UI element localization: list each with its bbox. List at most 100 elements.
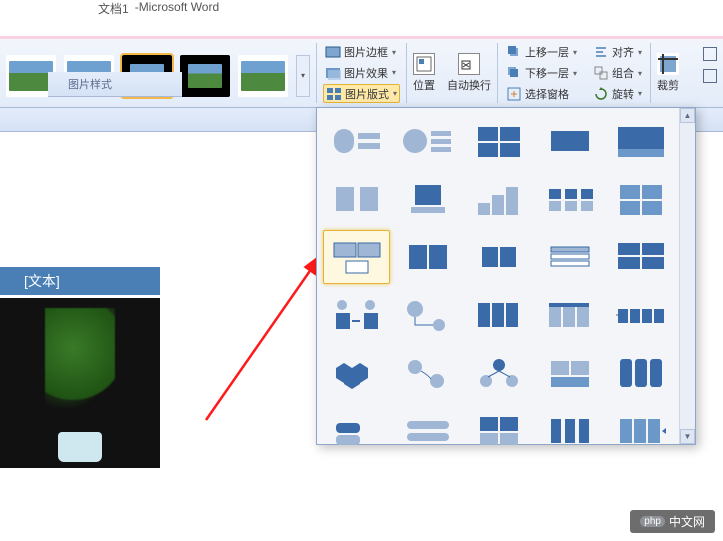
doc-name: 文档1 [98, 0, 129, 17]
watermark-brand: php [640, 516, 665, 527]
layout-option-11[interactable] [394, 230, 461, 284]
style-gallery-more[interactable]: ▾ [296, 55, 310, 97]
align-icon [593, 44, 609, 60]
picture-layout-dropdown: ▲ ▼ [316, 107, 696, 445]
selection-pane-button[interactable]: 选择窗格 [504, 84, 579, 103]
chevron-down-icon: ▾ [392, 68, 396, 77]
picture-adjust-group: 图片边框▾ 图片效果▾ 图片版式▾ [317, 39, 406, 107]
backward-icon [506, 65, 522, 81]
layout-option-0[interactable] [323, 114, 390, 168]
app-name-text: Microsoft Word [139, 0, 219, 14]
arrange-group: 上移一层 ▾ 下移一层 ▾ 选择窗格 [498, 39, 585, 107]
chevron-down-icon: ▾ [393, 89, 397, 98]
send-backward-button[interactable]: 下移一层 ▾ [504, 64, 579, 83]
layout-option-13[interactable] [537, 230, 604, 284]
layout-option-5[interactable] [323, 172, 390, 226]
smartart-image[interactable] [0, 298, 160, 468]
scroll-down-icon[interactable]: ▼ [680, 429, 695, 444]
align-group: 对齐 ▾ 组合 ▾ 旋转 ▾ [585, 39, 650, 107]
align-button[interactable]: 对齐 ▾ [591, 43, 644, 62]
chevron-down-icon: ▾ [638, 89, 642, 98]
pot-graphic [58, 432, 102, 462]
styles-group-label: 图片样式 [48, 72, 182, 97]
chevron-down-icon: ▾ [573, 69, 577, 78]
layout-option-16[interactable] [394, 288, 461, 342]
bring-forward-button[interactable]: 上移一层 ▾ [504, 43, 579, 62]
wrap-label: 自动换行 [447, 77, 491, 93]
layout-option-3[interactable] [537, 114, 604, 168]
wrap-icon [458, 53, 480, 75]
border-icon [325, 44, 341, 60]
group-button[interactable]: 组合 ▾ [591, 64, 644, 83]
chevron-down-icon: ▾ [638, 48, 642, 57]
picture-border-button[interactable]: 图片边框 ▾ [323, 43, 400, 62]
layout-option-8[interactable] [537, 172, 604, 226]
layout-option-18[interactable] [537, 288, 604, 342]
chevron-down-icon: ▾ [392, 48, 396, 57]
layout-option-24[interactable] [608, 346, 675, 400]
position-button[interactable]: 位置 [407, 39, 441, 107]
position-label: 位置 [413, 77, 435, 93]
crop-label: 裁剪 [657, 77, 679, 93]
size-icon-2[interactable] [703, 69, 717, 83]
layout-grid [323, 114, 675, 438]
window-title: 文档1 - Microsoft Word [0, 0, 723, 18]
smartart-caption[interactable]: [文本] [0, 267, 160, 295]
layout-option-25[interactable] [323, 404, 390, 458]
layout-option-12[interactable] [465, 230, 532, 284]
picture-layout-button[interactable]: 图片版式 ▾ [323, 84, 400, 103]
layout-option-27[interactable] [465, 404, 532, 458]
group-icon [593, 65, 609, 81]
selection-label: 选择窗格 [525, 86, 569, 102]
border-label: 图片边框 [344, 44, 388, 60]
crop-button[interactable]: 裁剪 [651, 39, 685, 107]
wrap-button[interactable]: 自动换行 [441, 39, 497, 107]
forward-label: 上移一层 [525, 44, 569, 60]
effects-icon [325, 65, 341, 81]
layout-option-1[interactable] [394, 114, 461, 168]
effects-label: 图片效果 [344, 65, 388, 81]
layout-option-21[interactable] [394, 346, 461, 400]
layout-option-7[interactable] [465, 172, 532, 226]
plant-graphic [35, 308, 125, 428]
layout-option-22[interactable] [465, 346, 532, 400]
style-thumb-5[interactable] [238, 55, 288, 97]
forward-icon [506, 44, 522, 60]
group-label: 组合 [612, 65, 634, 81]
watermark: php 中文网 [630, 510, 715, 533]
layout-option-23[interactable] [537, 346, 604, 400]
layout-option-28[interactable] [537, 404, 604, 458]
selection-icon [506, 86, 522, 102]
picture-effects-button[interactable]: 图片效果 ▾ [323, 64, 400, 83]
ribbon-overflow [697, 39, 723, 107]
layout-option-15[interactable] [323, 288, 390, 342]
size-icon-1[interactable] [703, 47, 717, 61]
chevron-down-icon: ▾ [573, 48, 577, 57]
layout-option-19[interactable] [608, 288, 675, 342]
layout-label: 图片版式 [345, 86, 389, 102]
rotate-label: 旋转 [612, 86, 634, 102]
style-thumb-4[interactable] [180, 55, 230, 97]
watermark-text: 中文网 [669, 513, 705, 530]
backward-label: 下移一层 [525, 65, 569, 81]
align-label: 对齐 [612, 44, 634, 60]
layout-option-6[interactable] [394, 172, 461, 226]
crop-icon [657, 53, 679, 75]
layout-option-26[interactable] [394, 404, 461, 458]
layout-option-20[interactable] [323, 346, 390, 400]
chevron-down-icon: ▾ [638, 69, 642, 78]
layout-option-17[interactable] [465, 288, 532, 342]
layout-option-9[interactable] [608, 172, 675, 226]
layout-icon [326, 86, 342, 102]
rotate-icon [593, 86, 609, 102]
rotate-button[interactable]: 旋转 ▾ [591, 84, 644, 103]
layout-option-4[interactable] [608, 114, 675, 168]
position-icon [413, 53, 435, 75]
panel-scrollbar[interactable]: ▲ ▼ [679, 108, 695, 444]
layout-option-14[interactable] [608, 230, 675, 284]
layout-option-2[interactable] [465, 114, 532, 168]
layout-option-10[interactable] [323, 230, 390, 284]
caption-text: [文本] [24, 271, 60, 291]
scroll-up-icon[interactable]: ▲ [680, 108, 695, 123]
layout-option-29[interactable] [608, 404, 675, 458]
